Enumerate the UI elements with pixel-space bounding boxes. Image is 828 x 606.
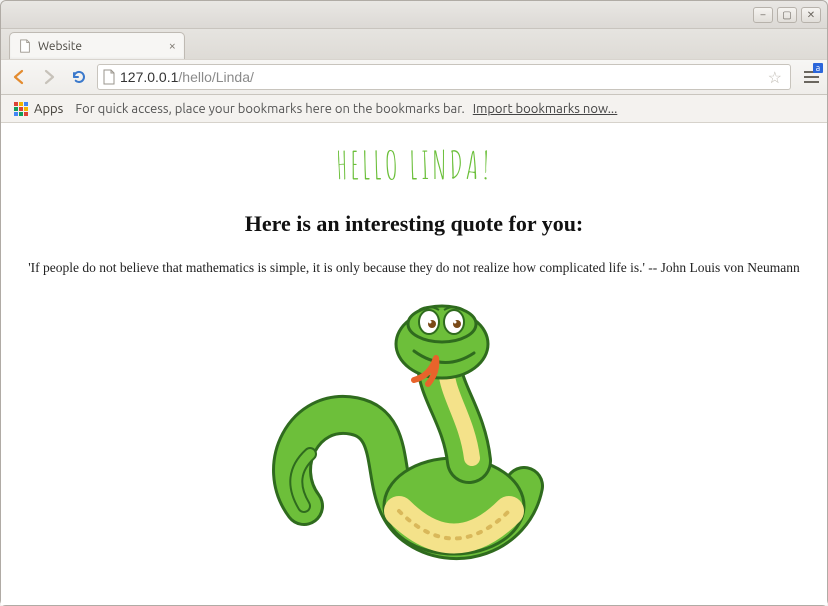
- browser-window: – ▢ ✕ Website ×: [0, 0, 828, 606]
- address-path: /hello/Linda/: [178, 69, 254, 85]
- hamburger-icon: [804, 76, 819, 78]
- tab-title: Website: [38, 40, 163, 53]
- window-titlebar: – ▢ ✕: [1, 1, 827, 29]
- minimize-icon: –: [761, 9, 766, 20]
- maximize-icon: ▢: [782, 9, 791, 21]
- menu-badge: a: [813, 63, 823, 73]
- apps-grid-icon: [13, 101, 29, 117]
- reload-icon: [70, 68, 88, 86]
- bookmarks-bar: Apps For quick access, place your bookma…: [1, 95, 827, 123]
- browser-toolbar: 127.0.0.1/hello/Linda/ ☆ a: [1, 59, 827, 95]
- apps-label: Apps: [34, 102, 63, 116]
- window-close-button[interactable]: ✕: [801, 7, 821, 23]
- address-text: 127.0.0.1/hello/Linda/: [120, 69, 760, 85]
- back-icon: [10, 68, 28, 86]
- apps-button[interactable]: Apps: [9, 99, 67, 119]
- illustration-wrap: [15, 296, 813, 576]
- close-icon: ✕: [807, 9, 815, 21]
- tab-close-icon[interactable]: ×: [169, 39, 176, 53]
- snake-illustration: [264, 296, 564, 576]
- address-bar[interactable]: 127.0.0.1/hello/Linda/ ☆: [97, 64, 791, 90]
- window-minimize-button[interactable]: –: [753, 7, 773, 23]
- hamburger-icon: [804, 81, 819, 83]
- window-maximize-button[interactable]: ▢: [777, 7, 797, 23]
- back-button[interactable]: [7, 65, 31, 89]
- bookmark-star-icon[interactable]: ☆: [764, 68, 786, 87]
- bookmarks-hint: For quick access, place your bookmarks h…: [75, 102, 464, 116]
- page-subheading: Here is an interesting quote for you:: [15, 211, 813, 237]
- browser-tab[interactable]: Website ×: [9, 32, 185, 59]
- page-viewport: Hello Linda! Here is an interesting quot…: [1, 123, 827, 605]
- reload-button[interactable]: [67, 65, 91, 89]
- import-bookmarks-link[interactable]: Import bookmarks now...: [473, 102, 618, 116]
- address-host: 127.0.0.1: [120, 69, 178, 85]
- page-heading: Hello Linda!: [15, 141, 813, 189]
- forward-button[interactable]: [37, 65, 61, 89]
- tab-strip: Website ×: [1, 29, 827, 59]
- chrome-menu-button[interactable]: a: [801, 65, 821, 89]
- page-icon: [102, 69, 116, 85]
- quote-text: 'If people do not believe that mathemati…: [19, 259, 809, 278]
- forward-icon: [40, 68, 58, 86]
- page-icon: [18, 39, 32, 53]
